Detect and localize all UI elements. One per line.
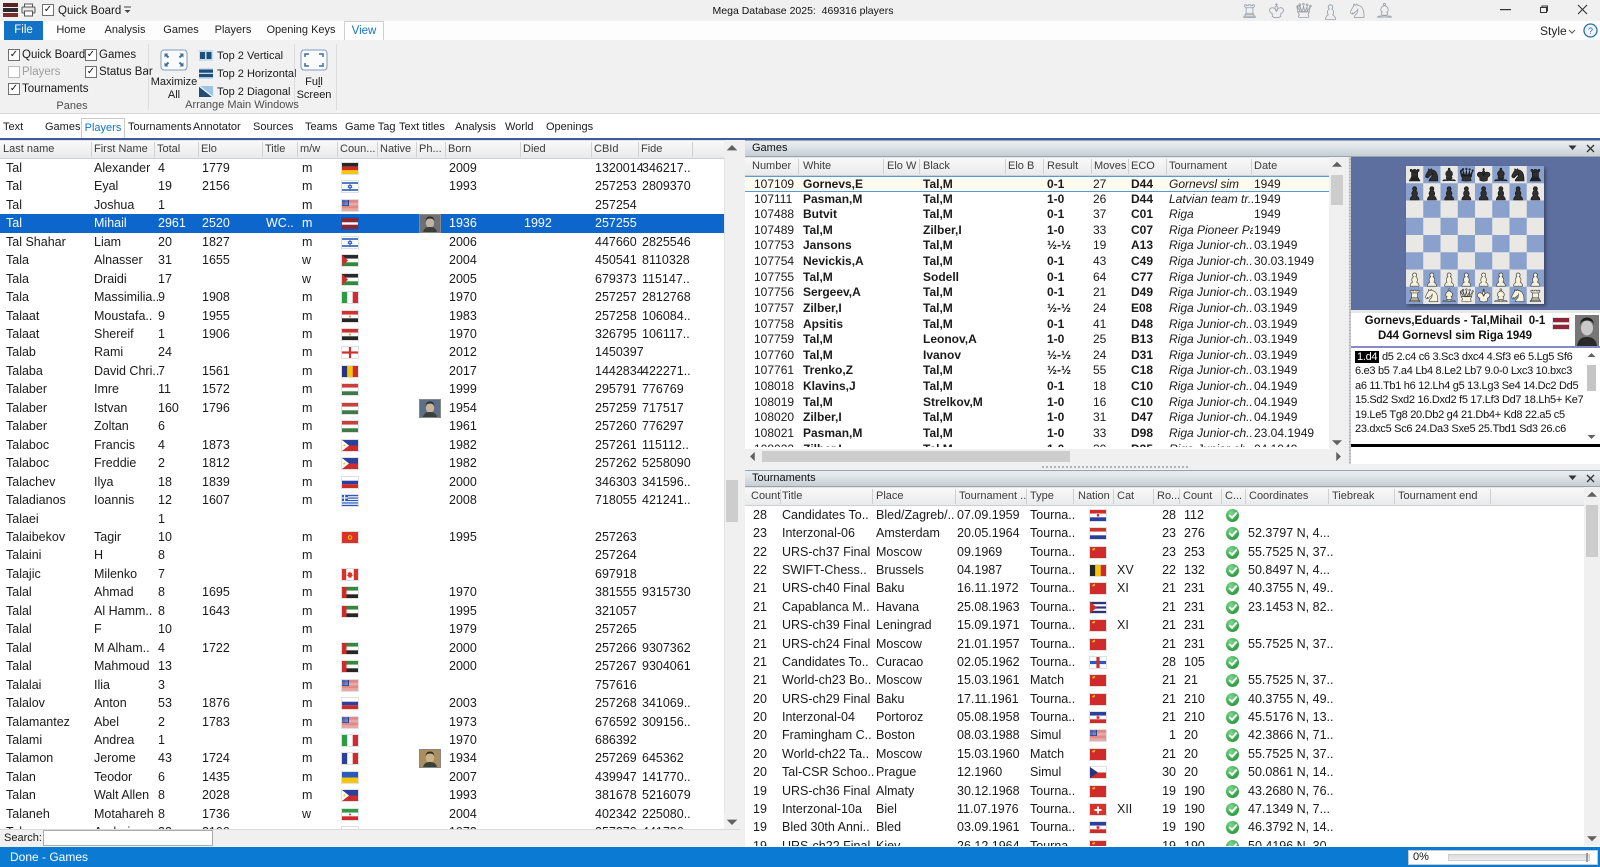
- svg-text:?: ?: [1588, 26, 1593, 36]
